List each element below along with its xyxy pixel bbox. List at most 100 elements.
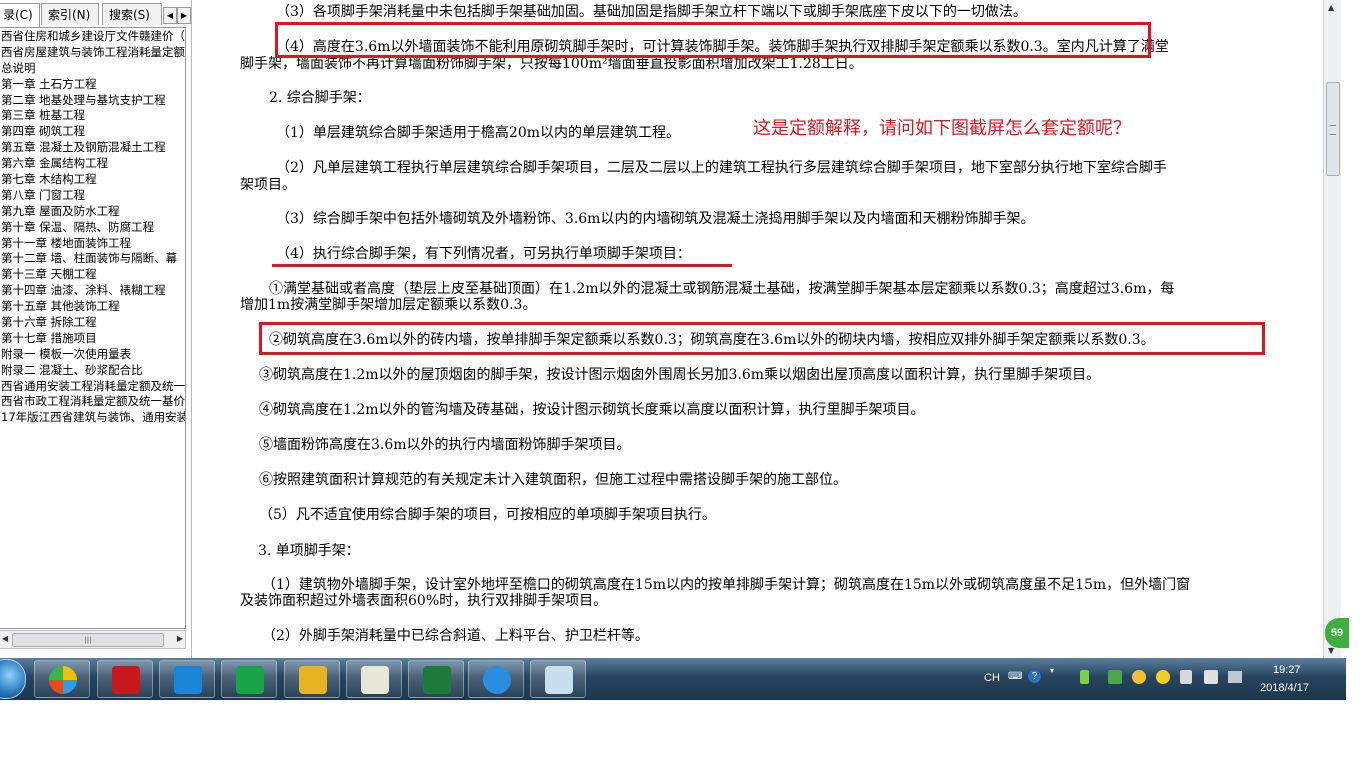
doc-line: （3）各项脚手架消耗量中未包括脚手架基础加固。基础加固是指脚手架立杆下端以下或脚… (276, 4, 1027, 20)
highlight-underline-single-scaffold (272, 264, 732, 267)
keyboard-icon[interactable]: ⌨ (1008, 671, 1022, 682)
doc-line: （2）外脚手架消耗量中已综合斜道、上料平台、护卫栏杆等。 (262, 628, 649, 644)
help-icon[interactable]: ? (1028, 670, 1041, 683)
tree-item[interactable]: 第十章 保温、隔热、防腐工程 (0, 219, 185, 235)
tree-item[interactable]: 第四章 砌筑工程 (0, 123, 185, 139)
main-window: 录(C) 索引(N) 搜索(S) ◀ ▶ 西省住房和城乡建设厅文件赣建价（ 西省房… (0, 0, 1349, 658)
taskbar-app-autocad[interactable] (97, 660, 153, 698)
doc-line: ④砌筑高度在1.2m以外的管沟墙及砖基础，按设计图示砌筑长度乘以高度以面积计算，… (259, 402, 925, 418)
tree-item[interactable]: 第十七章 措施项目 (0, 330, 185, 346)
tree-item[interactable]: 第十二章 墙、柱面装饰与隔断、幕 (0, 250, 185, 266)
tree-item[interactable]: 西省住房和城乡建设厅文件赣建价（ (0, 28, 185, 44)
tree-item[interactable]: 西省房屋建筑与装饰工程消耗量定额 (0, 44, 185, 60)
volume-muted-icon[interactable] (1204, 670, 1218, 684)
contents-tree: 西省住房和城乡建设厅文件赣建价（ 西省房屋建筑与装饰工程消耗量定额 总说明 第一章 土… (0, 27, 186, 629)
qq-icon[interactable] (1132, 670, 1146, 684)
excel-icon (423, 666, 451, 694)
doc-line: （1）建筑物外墙脚手架，设计室外地坪至檐口的砌筑高度在15m以内的按单排脚手架计… (262, 577, 1191, 593)
tree-item[interactable]: 第十六章 拆除工程 (0, 314, 185, 330)
highlight-box-brick-wall (259, 322, 1265, 355)
taskbar-app-paint[interactable] (530, 660, 586, 698)
network-icon (174, 666, 202, 694)
tree-item[interactable]: 西省市政工程消耗量定额及统一基价 (0, 393, 185, 409)
360-icon (49, 666, 77, 694)
doc-line: ⑤墙面粉饰高度在3.6m以外的执行内墙面粉饰脚手架项目。 (259, 437, 631, 453)
ie-icon (483, 666, 511, 694)
floating-badge[interactable]: 59 (1325, 618, 1349, 648)
security-icon[interactable] (1108, 670, 1122, 684)
tree-item[interactable]: 第六章 金属结构工程 (0, 155, 185, 171)
tree-item[interactable]: 第十四章 油漆、涂料、裱糊工程 (0, 282, 185, 298)
scroll-down-icon[interactable]: ▼ (1328, 646, 1334, 655)
scrollbar-thumb[interactable]: ||| (12, 633, 164, 647)
tree-item[interactable]: 第十一章 楼地面装饰工程 (0, 235, 185, 251)
doc-line: 及装饰面积超过外墙表面积60%时，执行双排脚手架项目。 (240, 593, 608, 609)
clock-time[interactable]: 19:27 (1273, 664, 1301, 676)
tree-item[interactable]: 第五章 混凝土及钢筋混凝土工程 (0, 139, 185, 155)
add-icon[interactable] (1156, 670, 1170, 684)
tree-item[interactable]: 第三章 桩基工程 (0, 107, 185, 123)
scroll-right-icon[interactable]: ▶ (177, 634, 183, 643)
ime-options-icon[interactable]: ▾ (1050, 666, 1054, 675)
tab-scroll-left-icon[interactable]: ◀ (163, 7, 177, 24)
taskbar-app-glodon[interactable] (221, 660, 277, 698)
clock-date[interactable]: 2018/4/17 (1260, 682, 1309, 694)
taskbar-app-ie[interactable] (468, 660, 524, 698)
highlight-box-decoration-scaffold (275, 22, 1151, 58)
doc-line: ⑥按照建筑面积计算规范的有关规定未计入建筑面积，但施工过程中需搭设脚手架的施工部… (259, 472, 847, 488)
scroll-up-icon[interactable]: ▲ (1328, 3, 1334, 12)
doc-heading: 2. 综合脚手架： (269, 90, 371, 106)
notes-icon (299, 666, 327, 694)
help-doc-icon (361, 666, 389, 694)
language-indicator[interactable]: CH (984, 672, 1000, 684)
tree-item[interactable]: 第七章 木结构工程 (0, 171, 185, 187)
scroll-left-icon[interactable]: ◀ (2, 634, 8, 643)
nav-pane: 录(C) 索引(N) 搜索(S) ◀ ▶ 西省住房和城乡建设厅文件赣建价（ 西省房… (0, 0, 192, 658)
doc-line: （2）凡单层建筑工程执行单层建筑综合脚手架项目，二层及二层以上的建筑工程执行多层… (276, 160, 1167, 176)
doc-line: （4）执行综合脚手架，有下列情况者，可另执行单项脚手架项目： (276, 246, 691, 262)
tree-item[interactable]: 西省通用安装工程消耗量定额及统一 (0, 378, 185, 394)
tree-item[interactable]: 第一章 土石方工程 (0, 76, 185, 92)
doc-line: ①满堂基础或者高度（垫层上皮至基础顶面）在1.2m以外的混凝土或钢筋混凝土基础，… (269, 281, 1175, 297)
network-signal-icon[interactable] (1228, 671, 1242, 683)
tree-item[interactable]: 附录一 模板一次使用量表 (0, 346, 185, 362)
tree-item[interactable]: 第十三章 天棚工程 (0, 266, 185, 282)
start-button[interactable] (0, 659, 26, 699)
taskbar-app-notes[interactable] (284, 660, 340, 698)
question-annotation: 这是定额解释，请问如下图截屏怎么套定额呢？ (753, 118, 1131, 139)
document-pane: （3）各项脚手架消耗量中未包括脚手架基础加固。基础加固是指脚手架立杆下端以下或脚… (203, 0, 1323, 658)
autocad-icon (112, 666, 140, 694)
tab-index[interactable]: 索引(N) (41, 3, 99, 25)
tab-search[interactable]: 搜索(S) (102, 3, 162, 25)
tree-item[interactable]: 总说明 (0, 60, 185, 76)
taskbar-app-excel[interactable] (408, 660, 464, 698)
doc-line: 增加1m按满堂脚手架增加层定额乘以系数0.3。 (240, 297, 537, 313)
glodon-icon (236, 666, 264, 694)
scrollbar-thumb[interactable] (1326, 82, 1340, 176)
tab-scroll-right-icon[interactable]: ▶ (177, 7, 191, 24)
document-vertical-scrollbar[interactable]: ▲ ▼ (1323, 0, 1341, 658)
tab-contents[interactable]: 录(C) (0, 3, 40, 27)
paint-icon (545, 666, 573, 694)
nav-tabs: 录(C) 索引(N) 搜索(S) ◀ ▶ (0, 3, 191, 27)
tree-item[interactable]: 17年版江西省建筑与装饰、通用安装 (0, 409, 185, 425)
tree-item[interactable]: 第二章 地基处理与基坑支护工程 (0, 92, 185, 108)
tree-horizontal-scrollbar[interactable]: ◀ ||| ▶ (0, 630, 186, 649)
tree-item[interactable]: 第十五章 其他装饰工程 (0, 298, 185, 314)
taskbar: CH ⌨ ? ▾ 19:27 2018/4/17 (0, 658, 1346, 700)
doc-line: （5）凡不适宜使用综合脚手架的项目，可按相应的单项脚手架项目执行。 (259, 507, 716, 523)
battery-icon[interactable] (1080, 670, 1089, 684)
doc-line: （3）综合脚手架中包括外墙砌筑及外墙粉饰、3.6m以内的内墙砌筑及混凝土浇捣用脚… (276, 211, 1035, 227)
tree-item[interactable]: 第九章 屋面及防水工程 (0, 203, 185, 219)
taskbar-app-network[interactable] (159, 660, 215, 698)
doc-line: 脚手架，墙面装饰不再计算墙面粉饰脚手架，只按每100m²墙面垂直投影面积增加改架… (240, 56, 863, 72)
doc-line: ③砌筑高度在1.2m以外的屋顶烟囱的脚手架，按设计图示烟囱外围周长另加3.6m乘… (259, 367, 1101, 383)
taskbar-app-360[interactable] (34, 660, 90, 698)
doc-heading: 3. 单项脚手架： (258, 543, 360, 559)
tree-item[interactable]: 第八章 门窗工程 (0, 187, 185, 203)
taskbar-app-help[interactable] (346, 660, 402, 698)
usb-icon[interactable] (1180, 670, 1192, 684)
doc-line: 架项目。 (240, 177, 296, 193)
doc-line: （1）单层建筑综合脚手架适用于檐高20m以内的单层建筑工程。 (276, 125, 680, 141)
tree-item[interactable]: 附录二 混凝土、砂浆配合比 (0, 362, 185, 378)
